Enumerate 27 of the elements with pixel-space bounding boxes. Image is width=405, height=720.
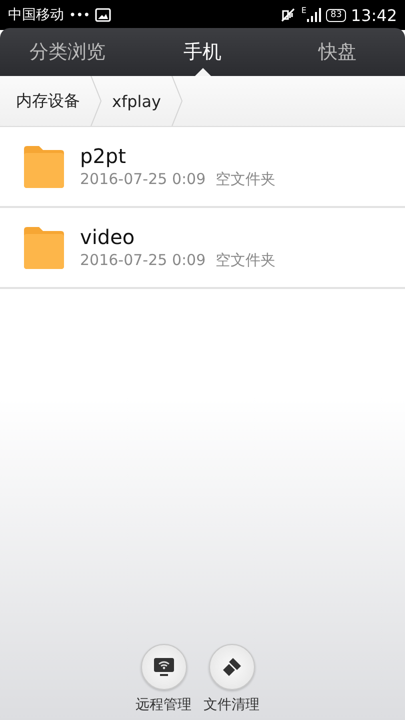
file-row[interactable]: p2pt 2016-07-25 0:09 空文件夹 (0, 127, 405, 208)
file-date: 2016-07-25 0:09 (80, 170, 206, 189)
signal-icon (307, 8, 322, 22)
file-name: p2pt (80, 144, 127, 168)
file-status: 空文件夹 (216, 170, 276, 189)
clock: 13:42 (350, 6, 397, 24)
tab[interactable]: 快盘 (270, 28, 405, 76)
breadcrumb-item[interactable]: 内存设备 (6, 90, 90, 112)
remote-button[interactable] (140, 644, 186, 690)
network-type: E (301, 6, 306, 15)
action-label: 远程管理 (136, 696, 192, 714)
clean-button[interactable] (208, 644, 254, 690)
monitor-icon (152, 656, 174, 678)
breadcrumb-item[interactable]: xfplay (102, 92, 171, 110)
tab[interactable]: 手机 (135, 28, 270, 76)
vibrate-off-icon (280, 8, 296, 22)
battery-level: 83 (326, 8, 346, 22)
action-label: 文件清理 (204, 696, 260, 714)
file-row[interactable]: video 2016-07-25 0:09 空文件夹 (0, 208, 405, 289)
file-date: 2016-07-25 0:09 (80, 251, 206, 270)
file-status: 空文件夹 (216, 251, 276, 270)
tab[interactable]: 分类浏览 (0, 28, 135, 76)
image-icon (95, 8, 112, 22)
notification-dots: ••• (69, 8, 90, 22)
file-name: video (80, 225, 136, 249)
carrier-name: 中国移动 (8, 6, 64, 24)
brush-icon (220, 656, 242, 678)
